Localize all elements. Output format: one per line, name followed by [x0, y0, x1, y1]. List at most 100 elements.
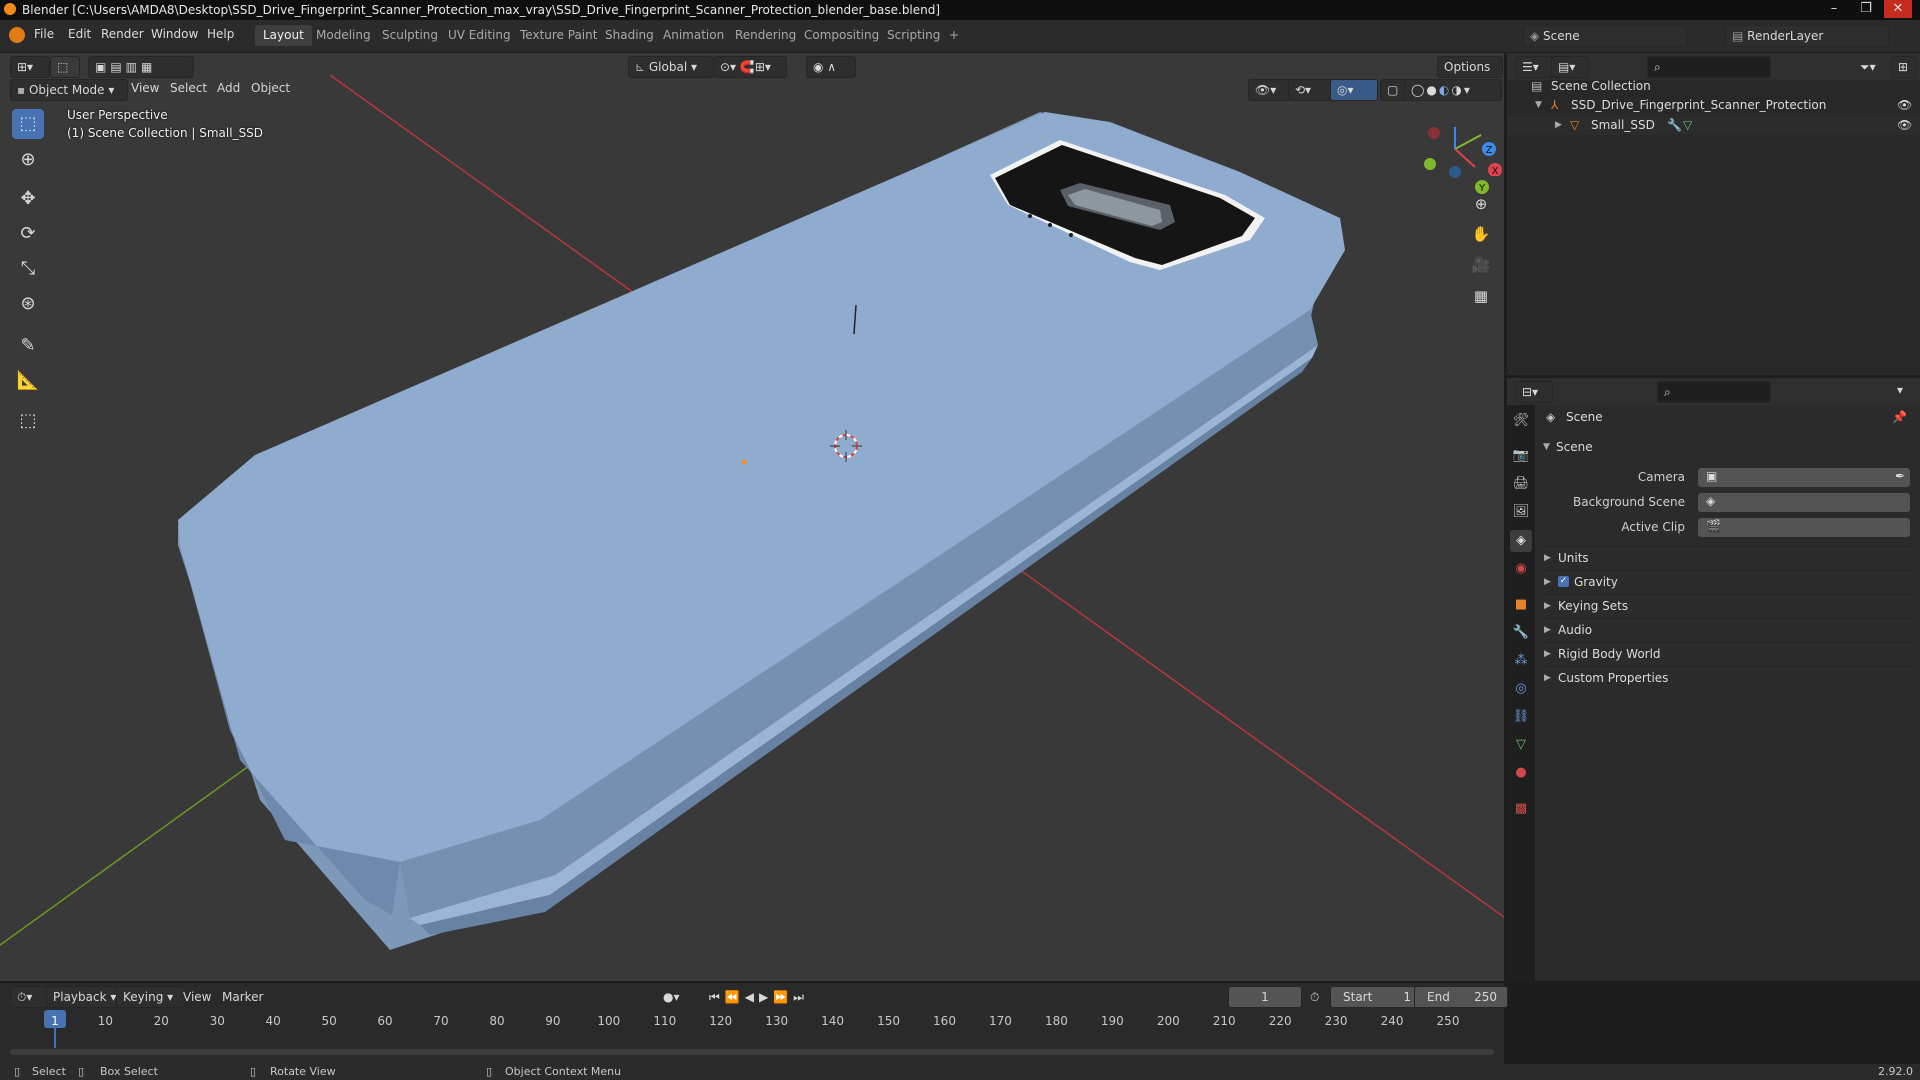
timeline-menu-marker[interactable]: Marker: [222, 990, 263, 1004]
gravity-panel-header[interactable]: ▶ ✓ Gravity: [1540, 570, 1915, 593]
physics-tab-icon[interactable]: ◎: [1510, 678, 1532, 700]
tab-rendering[interactable]: Rendering: [727, 25, 804, 46]
texture-tab-icon[interactable]: ▩: [1510, 798, 1532, 820]
tab-scripting[interactable]: Scripting: [879, 25, 948, 46]
tool-tab-icon[interactable]: 🛠: [1510, 410, 1532, 432]
tab-animation[interactable]: Animation: [655, 25, 732, 46]
move-tool-icon[interactable]: ✥: [12, 184, 44, 214]
particles-tab-icon[interactable]: ⁂: [1510, 650, 1532, 672]
ortho-toggle-icon[interactable]: ▦: [1468, 283, 1494, 309]
add-workspace-button[interactable]: +: [941, 25, 967, 46]
visibility-dropdown[interactable]: 👁▾: [1248, 79, 1290, 101]
mesh-data-icon[interactable]: ▽: [1683, 115, 1692, 135]
viewport-menu-view[interactable]: View: [131, 81, 159, 95]
pin-icon[interactable]: 📌: [1892, 406, 1907, 428]
material-tab-icon[interactable]: ●: [1510, 762, 1532, 784]
mode-dropdown[interactable]: ▪ Object Mode ▾: [10, 79, 128, 101]
blender-menu-icon[interactable]: [9, 27, 25, 43]
properties-options-icon[interactable]: ▾: [1897, 383, 1903, 397]
outliner-item-small-ssd[interactable]: ▶ ▽ Small_SSD 🔧 ▽ 👁: [1507, 115, 1920, 135]
viewport-menu-select[interactable]: Select: [170, 81, 207, 95]
small-ssd-object[interactable]: [178, 112, 1345, 950]
end-frame-field[interactable]: End 250: [1414, 986, 1508, 1008]
menu-help[interactable]: Help: [207, 27, 234, 41]
viewport-menu-add[interactable]: Add: [217, 81, 240, 95]
new-collection-icon[interactable]: ⊞: [1891, 56, 1917, 78]
proportional-editing-button[interactable]: ◉ ∧: [806, 56, 856, 78]
record-button[interactable]: ●▾: [656, 986, 696, 1008]
custom-properties-panel-header[interactable]: ▶ Custom Properties: [1540, 666, 1915, 689]
view-layer-tab-icon[interactable]: 🖼: [1510, 501, 1532, 523]
playback-controls[interactable]: ⏮⏪◀▶⏩⏭: [702, 986, 834, 1008]
menu-render[interactable]: Render: [101, 27, 144, 41]
select-tool-mode-icon[interactable]: ⬚: [50, 56, 80, 78]
outliner-search-input[interactable]: ⌕: [1647, 56, 1771, 78]
constraints-tab-icon[interactable]: ⛓: [1510, 706, 1532, 728]
outliner-editor-type[interactable]: ☰▾: [1515, 56, 1553, 78]
tab-layout[interactable]: Layout: [255, 25, 312, 46]
tab-uv-editing[interactable]: UV Editing: [440, 25, 519, 46]
playback-menu[interactable]: Playback ▾: [46, 986, 124, 1008]
menu-file[interactable]: File: [34, 27, 54, 41]
measure-tool-icon[interactable]: 📐: [12, 366, 44, 396]
selection-mode-buttons[interactable]: ▣▤▥▦: [88, 56, 194, 78]
pivot-snap-buttons[interactable]: ⊙▾ 🧲⊞▾: [713, 56, 787, 78]
tab-compositing[interactable]: Compositing: [796, 25, 887, 46]
render-tab-icon[interactable]: 📷: [1510, 445, 1532, 467]
modifier-wrench-icon[interactable]: 🔧: [1667, 115, 1682, 135]
scene-selector[interactable]: ◈ Scene: [1523, 25, 1687, 47]
eyedropper-icon[interactable]: ✒: [1895, 469, 1905, 483]
menu-window[interactable]: Window: [151, 27, 198, 41]
minimize-button[interactable]: –: [1820, 0, 1848, 18]
start-frame-field[interactable]: Start 1: [1330, 986, 1422, 1008]
scene-tab-icon[interactable]: ◈: [1510, 530, 1532, 552]
preview-range-icon[interactable]: ⏱: [1310, 990, 1319, 1005]
modifier-tab-icon[interactable]: 🔧: [1510, 622, 1532, 644]
overlay-toggle[interactable]: ◎▾: [1330, 79, 1378, 101]
gizmo-toggle[interactable]: ⟲▾: [1288, 79, 1336, 101]
tab-modeling[interactable]: Modeling: [308, 25, 379, 46]
view-layer-selector[interactable]: ▤ RenderLayer: [1725, 25, 1889, 47]
outliner-scene-collection[interactable]: ▤ Scene Collection: [1507, 76, 1920, 96]
editor-type-button[interactable]: ⊞▾: [10, 56, 50, 78]
add-cube-tool-icon[interactable]: ⬚: [12, 406, 44, 436]
3d-viewport[interactable]: X Z Y: [0, 53, 1504, 981]
properties-editor-type[interactable]: ⊟▾: [1515, 381, 1553, 403]
expand-arrow-icon[interactable]: ▶: [1555, 115, 1562, 135]
close-button[interactable]: ✕: [1884, 0, 1912, 18]
pan-view-icon[interactable]: ✋: [1468, 221, 1494, 247]
keying-sets-panel-header[interactable]: ▶ Keying Sets: [1540, 594, 1915, 617]
visibility-eye-icon[interactable]: 👁: [1897, 115, 1912, 135]
gravity-checkbox[interactable]: ✓: [1558, 576, 1569, 587]
active-clip-field[interactable]: 🎬: [1698, 518, 1910, 537]
output-tab-icon[interactable]: 🖨: [1510, 473, 1532, 495]
options-dropdown[interactable]: Options ▾: [1437, 56, 1503, 94]
viewport-menu-object[interactable]: Object: [251, 81, 290, 95]
select-box-tool-icon[interactable]: ⬚: [12, 109, 44, 139]
units-panel-header[interactable]: ▶ Units: [1540, 546, 1915, 569]
world-tab-icon[interactable]: ◉: [1510, 558, 1532, 580]
annotate-tool-icon[interactable]: ✎: [12, 331, 44, 361]
camera-field[interactable]: ▣ ✒: [1698, 468, 1910, 487]
current-frame-field[interactable]: 1: [1228, 986, 1302, 1008]
transform-orientation-dropdown[interactable]: ⊾ Global ▾: [628, 56, 714, 78]
shading-mode-buttons[interactable]: ◯●◐◑▾: [1404, 79, 1502, 101]
data-tab-icon[interactable]: ▽: [1510, 734, 1532, 756]
collapse-arrow-icon[interactable]: ▼: [1535, 95, 1542, 115]
cursor-tool-icon[interactable]: ⊕: [12, 145, 44, 175]
object-tab-icon[interactable]: ■: [1510, 594, 1532, 616]
filter-icon[interactable]: ⏷▾: [1853, 56, 1889, 78]
outliner-item-collection[interactable]: ▼ ⅄ SSD_Drive_Fingerprint_Scanner_Protec…: [1507, 95, 1920, 115]
zoom-view-icon[interactable]: ⊕: [1468, 191, 1494, 217]
background-scene-field[interactable]: ◈: [1698, 493, 1910, 512]
tab-sculpting[interactable]: Sculpting: [374, 25, 446, 46]
transform-tool-icon[interactable]: ⊛: [12, 289, 44, 319]
properties-search-input[interactable]: ⌕: [1657, 381, 1771, 403]
visibility-eye-icon[interactable]: 👁: [1897, 95, 1912, 115]
keying-menu[interactable]: Keying ▾: [116, 986, 186, 1008]
tab-shading[interactable]: Shading: [597, 25, 662, 46]
scale-tool-icon[interactable]: ⤡: [12, 254, 44, 284]
rotate-tool-icon[interactable]: ⟳: [12, 219, 44, 249]
tab-texture-paint[interactable]: Texture Paint: [512, 25, 605, 46]
scene-panel-header[interactable]: ▼ Scene: [1540, 436, 1915, 458]
